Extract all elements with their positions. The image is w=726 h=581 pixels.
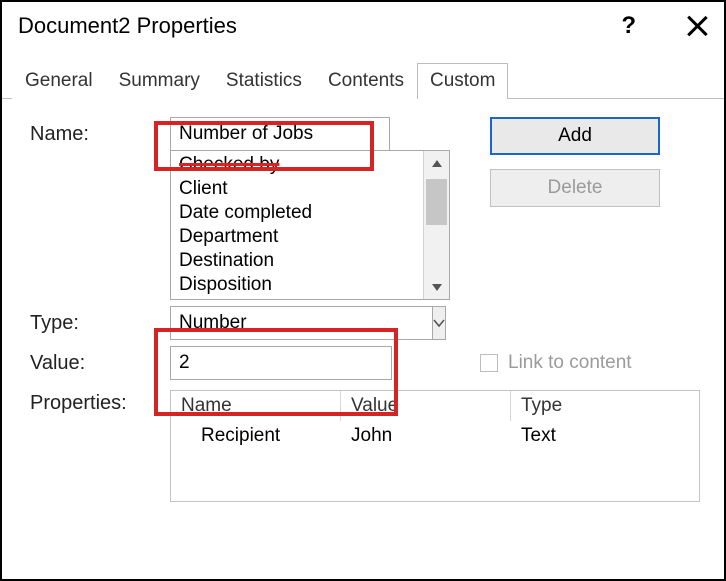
checkbox-icon <box>480 354 498 372</box>
chevron-down-icon[interactable] <box>432 306 446 340</box>
list-item[interactable]: Disposition <box>179 273 419 297</box>
type-label: Type: <box>30 306 170 335</box>
scroll-down-icon[interactable] <box>424 275 449 299</box>
link-to-content-label: Link to content <box>508 352 632 374</box>
table-row[interactable]: Recipient John Text <box>171 421 699 451</box>
name-input[interactable] <box>170 117 390 151</box>
value-label: Value: <box>30 346 170 375</box>
add-button[interactable]: Add <box>490 117 660 155</box>
list-item[interactable]: Date completed <box>179 201 419 225</box>
properties-dialog: Document2 Properties ? General Summary S… <box>0 0 726 581</box>
delete-button: Delete <box>490 169 660 207</box>
properties-table[interactable]: Name Value Type Recipient John Text <box>170 390 700 502</box>
help-button[interactable]: ? <box>621 12 636 40</box>
cell-type: Text <box>511 421 699 451</box>
col-header-name[interactable]: Name <box>171 391 341 421</box>
tab-statistics[interactable]: Statistics <box>213 63 315 99</box>
tab-contents[interactable]: Contents <box>315 63 417 99</box>
name-suggestion-list[interactable]: Checked by Client Date completed Departm… <box>170 150 450 300</box>
scrollbar[interactable] <box>423 151 449 299</box>
close-icon[interactable] <box>686 15 708 37</box>
list-item[interactable]: Department <box>179 225 419 249</box>
link-to-content-checkbox: Link to content <box>480 346 632 374</box>
tab-panel-custom: Name: Checked by Client Date completed D… <box>2 99 724 502</box>
tab-summary[interactable]: Summary <box>106 63 213 99</box>
window-title: Document2 Properties <box>18 13 621 39</box>
scroll-track[interactable] <box>424 175 449 275</box>
name-label: Name: <box>30 117 170 146</box>
scroll-thumb[interactable] <box>426 179 447 225</box>
list-item[interactable]: Checked by <box>179 153 419 177</box>
tab-general[interactable]: General <box>12 63 106 99</box>
list-item[interactable]: Client <box>179 177 419 201</box>
table-header: Name Value Type <box>171 391 699 421</box>
type-select[interactable] <box>170 306 432 340</box>
properties-label: Properties: <box>30 386 170 415</box>
titlebar: Document2 Properties ? <box>2 2 724 48</box>
tab-strip: General Summary Statistics Contents Cust… <box>2 62 724 99</box>
cell-value: John <box>341 421 511 451</box>
col-header-value[interactable]: Value <box>341 391 511 421</box>
col-header-type[interactable]: Type <box>511 391 699 421</box>
scroll-up-icon[interactable] <box>424 151 449 175</box>
cell-name: Recipient <box>171 421 341 451</box>
tab-custom[interactable]: Custom <box>417 63 508 99</box>
list-item[interactable]: Destination <box>179 249 419 273</box>
value-input[interactable] <box>170 346 392 380</box>
